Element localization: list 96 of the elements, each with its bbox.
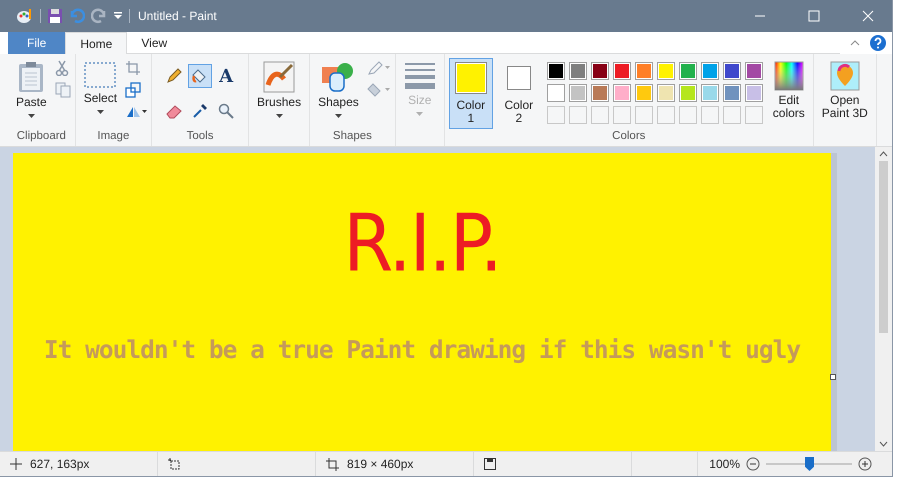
color-selector[interactable]: Color 2: [496, 58, 541, 129]
customize-icon[interactable]: [113, 11, 123, 21]
empty-swatch[interactable]: [744, 106, 763, 124]
scroll-down-icon[interactable]: [879, 441, 888, 447]
color-swatch[interactable]: [590, 62, 609, 80]
color-selector[interactable]: Color 1: [448, 58, 493, 129]
fill-tool[interactable]: [188, 64, 212, 88]
empty-swatch[interactable]: [546, 106, 565, 124]
fill-icon[interactable]: [366, 82, 391, 98]
empty-swatch[interactable]: [612, 106, 631, 124]
redo-icon[interactable]: [91, 8, 107, 24]
file-size-icon: [484, 458, 496, 470]
color-swatch[interactable]: [612, 62, 631, 80]
color-swatch[interactable]: [722, 62, 741, 80]
maximize-icon[interactable]: [808, 10, 820, 22]
cursor-position-icon: [10, 458, 22, 470]
empty-swatch[interactable]: [568, 106, 587, 124]
color-swatch[interactable]: [546, 62, 565, 80]
text-tool[interactable]: A: [214, 64, 238, 88]
color-swatch[interactable]: [568, 62, 587, 80]
resize-icon[interactable]: [125, 82, 142, 98]
group-label: Clipboard: [16, 130, 66, 144]
outline-icon[interactable]: [366, 60, 391, 76]
shapes-icon: [321, 61, 356, 93]
color-swatch[interactable]: [634, 62, 653, 80]
file-tab[interactable]: File: [8, 32, 66, 54]
cut-icon[interactable]: [54, 60, 69, 76]
zoom-out-icon[interactable]: [746, 457, 760, 471]
caret-icon: [276, 114, 283, 118]
zoom-in-icon[interactable]: [858, 457, 872, 471]
color-swatch[interactable]: [678, 84, 697, 102]
edit-colors-button[interactable]: Edit colors: [768, 58, 809, 123]
empty-swatch[interactable]: [634, 106, 653, 124]
paint-bucket-icon: [192, 68, 208, 84]
empty-swatch[interactable]: [656, 106, 675, 124]
open-paint-3d-button[interactable]: Open Paint 3D: [818, 58, 872, 123]
color-swatch[interactable]: [546, 84, 565, 102]
shapes-button[interactable]: Shapes: [314, 58, 363, 121]
group-label: Shapes: [332, 130, 372, 144]
clipboard-icon: [18, 61, 44, 93]
color-swatch[interactable]: [568, 84, 587, 102]
color-swatch[interactable]: [612, 84, 631, 102]
resize-handle[interactable]: [830, 374, 836, 380]
line-size-icon: [404, 61, 436, 91]
cursor-position: 627, 163px: [30, 457, 90, 471]
vertical-scrollbar[interactable]: [875, 147, 892, 451]
group-label: Image: [97, 130, 130, 144]
caret-icon: [334, 114, 342, 118]
caret-icon: [28, 114, 35, 118]
handwritten-text: R.I.P.: [343, 196, 501, 290]
caret-icon: [96, 110, 104, 114]
color-swatch[interactable]: [744, 84, 763, 102]
color-swatch[interactable]: [656, 84, 675, 102]
brush-icon: [263, 61, 296, 93]
canvas-size: 819 × 460px: [347, 457, 414, 471]
help-icon[interactable]: [870, 35, 886, 51]
color-swatch[interactable]: [722, 84, 741, 102]
empty-swatch[interactable]: [700, 106, 719, 124]
select-button[interactable]: Select: [80, 58, 122, 117]
selection-size-icon: [168, 458, 181, 470]
ribbon-tab[interactable]: Home: [65, 32, 128, 54]
collapse-ribbon-icon[interactable]: [850, 40, 860, 46]
zoom-level: 100%: [709, 457, 740, 471]
color-swatch[interactable]: [590, 84, 609, 102]
save-icon[interactable]: [47, 8, 63, 24]
paint-drop-icon: [830, 61, 860, 91]
brushes-button[interactable]: Brushes: [253, 58, 306, 121]
crop-icon[interactable]: [125, 60, 142, 76]
copy-icon[interactable]: [54, 82, 71, 98]
empty-swatch[interactable]: [722, 106, 741, 124]
color-swatch[interactable]: [656, 62, 675, 80]
palette-icon: [16, 8, 34, 24]
zoom-slider[interactable]: [766, 456, 852, 472]
group-label: Colors: [612, 130, 646, 144]
empty-swatch[interactable]: [678, 106, 697, 124]
canvas-text: It wouldn't be a true Paint drawing if this wasn't ugly: [44, 335, 800, 364]
caret-icon: [416, 112, 424, 116]
empty-swatch[interactable]: [590, 106, 609, 124]
canvas-size-icon: [326, 458, 339, 470]
color-swatch[interactable]: [744, 62, 763, 80]
color-swatch[interactable]: [700, 62, 719, 80]
selection-icon: [84, 61, 116, 89]
color-spectrum-icon: [774, 61, 804, 91]
eyedropper-icon: [192, 103, 208, 119]
scroll-up-icon[interactable]: [879, 151, 888, 157]
group-label: Tools: [186, 130, 214, 144]
paste-button[interactable]: Paste: [12, 58, 51, 121]
color-swatch[interactable]: [634, 84, 653, 102]
close-icon[interactable]: [862, 10, 874, 22]
eraser-icon: [166, 103, 182, 119]
pencil-icon: [166, 68, 182, 84]
magnifier-icon: [218, 103, 234, 119]
drawing-canvas[interactable]: R.I.P. It wouldn't be a true Paint drawing if this wasn't ugly: [13, 153, 831, 451]
color-swatch[interactable]: [678, 62, 697, 80]
color-swatch[interactable]: [700, 84, 719, 102]
window-title: Untitled - Paint: [138, 9, 217, 23]
